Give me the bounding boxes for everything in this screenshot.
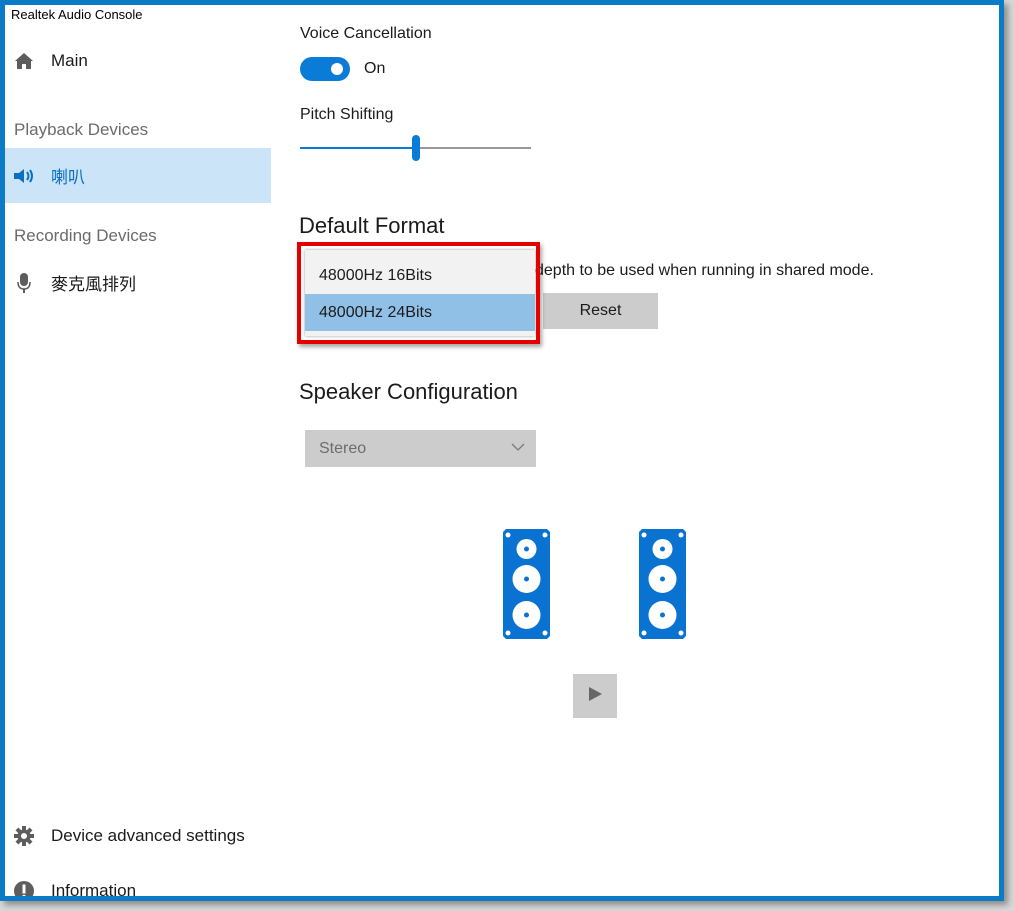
annotation-highlight-box <box>297 242 540 344</box>
speaker-configuration-value: Stereo <box>319 439 367 457</box>
reset-button[interactable]: Reset <box>543 293 658 329</box>
sidebar-item-main[interactable]: Main <box>5 33 271 88</box>
speaker-configuration-select[interactable]: Stereo <box>305 430 536 467</box>
sidebar-item-label: 麥克風排列 <box>51 275 136 294</box>
slider-fill <box>300 147 416 149</box>
sidebar-item-device-advanced-settings[interactable]: Device advanced settings <box>5 808 271 863</box>
play-icon <box>587 686 603 707</box>
chevron-down-icon <box>510 439 526 460</box>
recording-devices-header: Recording Devices <box>14 226 157 245</box>
toggle-knob <box>331 63 343 75</box>
app-window: Realtek Audio Console Main Playback Devi… <box>0 0 1004 901</box>
pitch-shifting-slider[interactable] <box>300 135 531 161</box>
play-test-button[interactable] <box>573 674 617 718</box>
sidebar-item-label: 喇叭 <box>51 168 85 187</box>
sidebar-item-microphone-array[interactable]: 麥克風排列 <box>5 255 271 310</box>
default-format-heading: Default Format <box>299 213 445 238</box>
speaker-icon <box>13 165 35 187</box>
voice-cancellation-label: Voice Cancellation <box>300 25 432 42</box>
home-icon <box>13 50 35 72</box>
sidebar: Main Playback Devices 喇叭 Recording Devic… <box>5 5 271 896</box>
main-content: Voice Cancellation On Pitch Shifting Def… <box>297 5 999 896</box>
left-speaker-icon[interactable] <box>503 529 550 644</box>
default-format-description: depth to be used when running in shared … <box>535 262 874 279</box>
slider-thumb[interactable] <box>411 135 420 161</box>
microphone-icon <box>13 272 35 294</box>
voice-cancellation-toggle[interactable] <box>300 57 350 81</box>
pitch-shifting-label: Pitch Shifting <box>300 106 394 123</box>
speaker-configuration-heading: Speaker Configuration <box>299 379 518 404</box>
playback-devices-header: Playback Devices <box>14 120 149 139</box>
info-icon <box>13 880 35 896</box>
gear-icon <box>13 825 35 847</box>
sidebar-item-speaker[interactable]: 喇叭 <box>5 148 271 203</box>
sidebar-item-label: Main <box>51 50 88 70</box>
voice-cancellation-state: On <box>364 60 386 77</box>
right-speaker-icon[interactable] <box>639 529 686 644</box>
sidebar-item-label: Device advanced settings <box>51 825 245 845</box>
sidebar-item-label: Information <box>51 880 137 900</box>
sidebar-item-information[interactable]: Information <box>5 863 271 900</box>
